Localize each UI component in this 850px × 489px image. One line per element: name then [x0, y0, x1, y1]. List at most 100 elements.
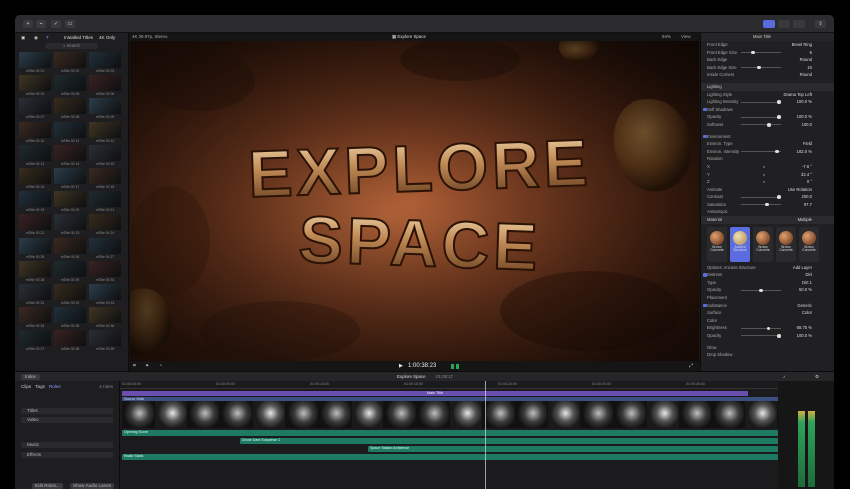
library-icon[interactable]: ▣	[21, 33, 25, 42]
play-button[interactable]: ▶	[399, 362, 403, 371]
inspector-row[interactable]: Glow	[701, 344, 834, 352]
inspector-row[interactable]: Front Edge Size 6	[701, 49, 834, 57]
row-value[interactable]: 200.0	[802, 193, 812, 201]
edit-roles-button[interactable]: Edit Roles...	[32, 483, 63, 489]
title-thumbnail[interactable]: mTitle 00 14	[54, 144, 86, 168]
checkbox[interactable]	[703, 273, 707, 277]
title-thumbnail[interactable]: mTitle 00 16	[19, 167, 51, 191]
title-thumbnail[interactable]: mTitle 00 01	[19, 52, 51, 75]
inspector-row[interactable]: Brightness 68.75 %	[701, 324, 834, 332]
row-value[interactable]: Bevel Ring	[792, 41, 812, 49]
row-slider[interactable]	[741, 202, 781, 207]
row-value[interactable]: Generic	[797, 302, 812, 310]
material-swatch[interactable]: Brown Concrete	[799, 226, 819, 262]
role-item[interactable]: Video	[21, 417, 113, 423]
audio-clip[interactable]: Drone Dark Suspense 2	[240, 438, 778, 444]
role-item[interactable]: Effects	[21, 452, 113, 458]
title-thumbnail[interactable]: mTitle 00 09	[89, 98, 121, 121]
row-slider[interactable]	[741, 334, 781, 338]
material-row[interactable]: Material Multiple	[701, 216, 834, 224]
title-thumbnail[interactable]: mTitle 00 24	[89, 214, 121, 237]
audio-icon[interactable]: ♪	[783, 372, 785, 381]
enhance-icon[interactable]: ✦	[145, 362, 149, 371]
row-slider[interactable]	[741, 50, 781, 55]
row-value[interactable]: Use Rotation	[788, 186, 812, 194]
inspector-row[interactable]: Z ◐ 0 °	[701, 178, 834, 186]
dial-icon[interactable]: ◐	[763, 178, 766, 186]
export-button[interactable]: ⇪	[815, 20, 826, 28]
material-swatch[interactable]: Brown Concrete	[776, 226, 796, 262]
inspector-row[interactable]: Y ◐ 32.4 °	[701, 171, 834, 179]
fullscreen-icon[interactable]: ⤢	[689, 362, 693, 371]
slider-knob[interactable]	[751, 50, 755, 55]
title-thumbnail[interactable]: mTitle 00 21	[89, 191, 121, 214]
title-thumbnail[interactable]: mTitle 00 29	[54, 260, 86, 284]
slider-knob[interactable]	[777, 334, 781, 338]
inspector-row[interactable]: Saturation 97.7	[701, 201, 834, 209]
slider-knob[interactable]	[777, 100, 781, 104]
import-button[interactable]: +	[23, 20, 33, 28]
inspector-row[interactable]: Environ. Type Field	[701, 140, 834, 148]
inspector-row[interactable]: Front Edge Bevel Ring	[701, 41, 834, 49]
inspector-row[interactable]: Lighting	[701, 82, 834, 91]
title-thumbnail[interactable]: mTitle 00 12	[89, 121, 121, 145]
timeline-toggle[interactable]	[778, 20, 790, 28]
slider-knob[interactable]	[759, 288, 763, 293]
show-audio-lanes-button[interactable]: Show Audio Lanes	[70, 483, 115, 489]
inspector-row[interactable]: Animate Use Rotation	[701, 186, 834, 194]
row-value[interactable]: 100.0 %	[797, 113, 812, 121]
row-slider[interactable]	[741, 100, 781, 104]
row-value[interactable]: Add Layer	[793, 264, 812, 272]
row-value[interactable]: -7.6 °	[802, 163, 812, 171]
title-thumbnail[interactable]: mTitle 00 34	[19, 307, 51, 330]
title-thumbnail[interactable]: mTitle 00 22	[19, 214, 51, 237]
view-menu[interactable]: View	[681, 33, 690, 41]
audio-clip[interactable]: Radio Static	[122, 454, 778, 460]
tab-tags[interactable]: Tags	[35, 384, 45, 389]
timeline-ruler[interactable]: 01:00:00:00 01:00:05:00 01:00:10:00 01:00:1…	[120, 381, 799, 389]
title-thumbnail[interactable]: mTitle 00 04	[19, 75, 51, 98]
title-thumbnail[interactable]: mTitle 00 18	[89, 167, 121, 191]
role-item[interactable]: Titles	[21, 408, 113, 414]
material-swatch[interactable]: Brown Concrete	[707, 226, 727, 262]
title-thumbnail[interactable]: mTitle 00 10	[19, 121, 51, 145]
dial-icon[interactable]: ◐	[763, 171, 766, 179]
row-value[interactable]: Color	[802, 309, 812, 317]
row-value[interactable]: 68.75 %	[797, 324, 812, 332]
title-thumbnail[interactable]: mTitle 00 38	[54, 330, 86, 353]
search-input[interactable]: ⌕ Search	[45, 43, 98, 49]
checkbox[interactable]	[703, 303, 707, 308]
title-thumbnail[interactable]: mTitle 00 03	[89, 52, 121, 75]
inspector-row[interactable]: Opacity 50.0 %	[701, 286, 834, 294]
title-thumbnail[interactable]: mTitle 00 33	[89, 283, 121, 307]
title-thumbnail[interactable]: mTitle 00 27	[89, 237, 121, 261]
role-item[interactable]: Music	[21, 442, 113, 448]
settings-icon[interactable]: ⚙	[815, 372, 819, 381]
timeline-area[interactable]: 01:00:00:00 01:00:05:00 01:00:10:00 01:00:1…	[120, 381, 799, 489]
title-thumbnail[interactable]: mTitle 00 23	[54, 214, 86, 237]
row-value[interactable]: 10	[807, 64, 812, 72]
row-slider[interactable]	[741, 288, 781, 293]
slider-knob[interactable]	[777, 115, 781, 119]
row-slider[interactable]	[741, 65, 781, 70]
crop-icon[interactable]: ⌗	[133, 362, 136, 371]
row-value[interactable]: 100.0 %	[797, 332, 812, 340]
row-value[interactable]: Dirt	[805, 271, 812, 279]
title-thumbnail[interactable]: mTitle 00 35	[54, 307, 86, 330]
row-value[interactable]: 0 °	[807, 178, 812, 186]
row-slider[interactable]	[741, 123, 781, 127]
speed-icon[interactable]: ◔	[159, 362, 162, 371]
inspector-row[interactable]: Contrast 200.0	[701, 193, 834, 201]
title-thumbnail[interactable]: mTitle 00 06	[89, 75, 121, 98]
row-value[interactable]: 100.0	[802, 121, 812, 129]
row-value[interactable]: 32.4 °	[801, 171, 812, 179]
share-button[interactable]: ▭	[65, 20, 75, 28]
resolution-filter[interactable]: 4K Only	[99, 33, 115, 42]
playhead[interactable]	[485, 381, 486, 489]
title-thumbnail[interactable]: mTitle 00 13	[19, 144, 51, 168]
slider-knob[interactable]	[765, 202, 769, 207]
title-thumbnail[interactable]: mTitle 00 37	[19, 330, 51, 353]
title-thumbnail[interactable]: mTitle 00 25	[19, 237, 51, 261]
checkbox[interactable]	[703, 134, 707, 139]
row-value[interactable]: Field	[803, 140, 812, 148]
